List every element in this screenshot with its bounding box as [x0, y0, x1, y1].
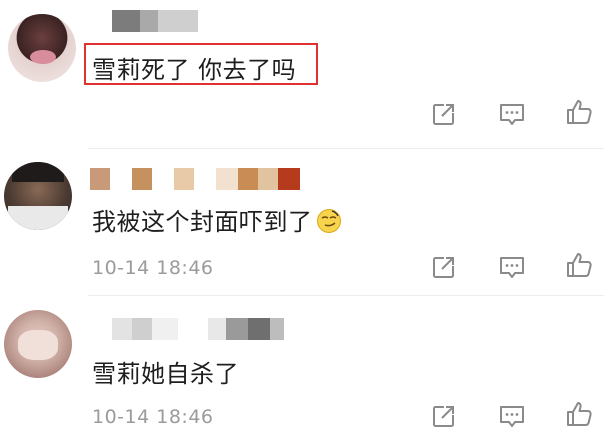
smirk-face-icon	[316, 208, 342, 234]
divider	[88, 148, 604, 149]
like-icon[interactable]	[565, 400, 593, 428]
comment-text: 我被这个封面吓到了	[92, 202, 342, 237]
comment-text: 雪莉她自杀了	[92, 360, 239, 388]
timestamp: 10-14 18:46	[92, 406, 214, 428]
avatar[interactable]	[4, 310, 72, 378]
like-icon[interactable]	[565, 98, 593, 126]
username-blurred[interactable]	[112, 10, 198, 32]
comment-item: 雪莉她自杀了 10-14 18:46	[0, 296, 604, 433]
avatar[interactable]	[8, 14, 76, 82]
comment-icon[interactable]	[498, 253, 526, 281]
share-icon[interactable]	[430, 253, 458, 281]
username-blurred[interactable]	[90, 168, 300, 190]
comment-text-body: 我被这个封面吓到了	[92, 208, 313, 236]
comment-icon[interactable]	[498, 100, 526, 128]
username-blurred[interactable]	[112, 318, 284, 340]
comment-icon[interactable]	[498, 402, 526, 430]
comment-text: 雪莉死了 你去了吗	[92, 56, 297, 84]
avatar[interactable]	[4, 162, 72, 230]
comment-item: 我被这个封面吓到了 10-14 18:46	[0, 150, 604, 295]
comment-item: 雪莉死了 你去了吗	[0, 0, 604, 150]
share-icon[interactable]	[430, 402, 458, 430]
share-icon[interactable]	[430, 100, 458, 128]
like-icon[interactable]	[565, 251, 593, 279]
timestamp: 10-14 18:46	[92, 257, 214, 279]
